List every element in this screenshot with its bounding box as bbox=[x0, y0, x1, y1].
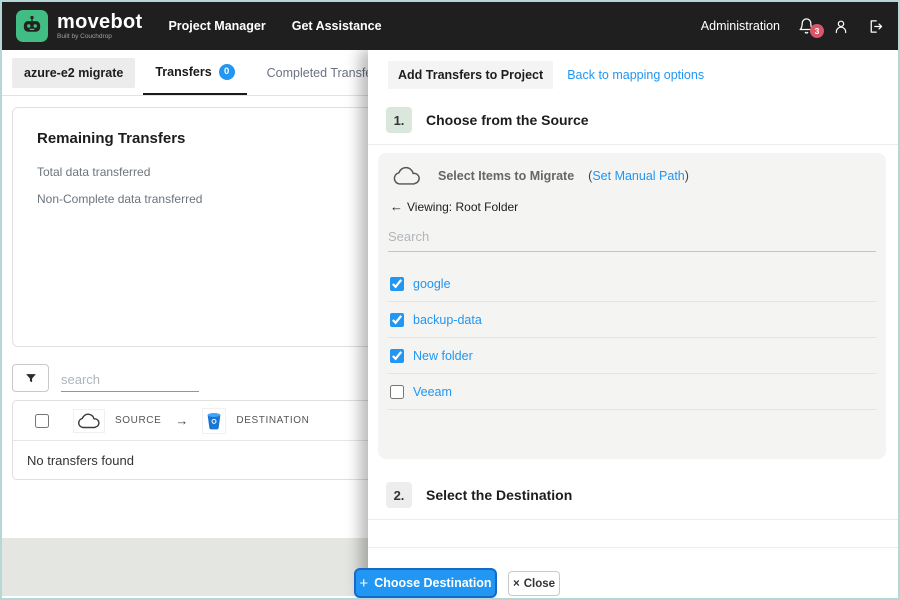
step2-number-badge: 2. bbox=[386, 482, 412, 508]
item-checkbox[interactable] bbox=[390, 276, 404, 291]
nav-links: Project Manager Get Assistance bbox=[168, 19, 381, 33]
notification-count-badge: 3 bbox=[810, 24, 824, 38]
step1-number-badge: 1. bbox=[386, 107, 412, 133]
set-manual-path-link[interactable]: Set Manual Path bbox=[592, 169, 684, 183]
item-label[interactable]: Veeam bbox=[413, 385, 452, 399]
source-column-header: SOURCE bbox=[115, 415, 162, 426]
tab-project-name[interactable]: azure-e2 migrate bbox=[12, 57, 136, 88]
filter-button[interactable] bbox=[12, 364, 49, 392]
destination-bucket-icon bbox=[202, 407, 227, 434]
item-label[interactable]: backup-data bbox=[413, 313, 482, 327]
item-checkbox[interactable] bbox=[390, 384, 404, 399]
nav-item-administration[interactable]: Administration bbox=[701, 19, 780, 33]
source-item-list: google backup-data New folder Veeam bbox=[388, 266, 876, 410]
top-navbar: movebot Built by Couchdrop Project Manag… bbox=[2, 2, 898, 50]
step2-header: 2. Select the Destination bbox=[368, 473, 898, 520]
list-item[interactable]: backup-data bbox=[388, 302, 876, 338]
plus-icon: + bbox=[359, 574, 369, 592]
select-all-checkbox[interactable] bbox=[35, 413, 49, 428]
step1-header: 1. Choose from the Source bbox=[368, 98, 898, 145]
source-search-input[interactable] bbox=[388, 222, 876, 252]
movebot-logo[interactable]: movebot Built by Couchdrop bbox=[16, 10, 142, 42]
logout-icon bbox=[867, 18, 884, 35]
back-to-mapping-link[interactable]: Back to mapping options bbox=[567, 68, 704, 82]
panel-footer-divider bbox=[368, 547, 898, 548]
person-icon bbox=[833, 18, 849, 35]
list-item[interactable]: google bbox=[388, 266, 876, 302]
step2-title: Select the Destination bbox=[426, 487, 573, 503]
item-label[interactable]: New folder bbox=[413, 349, 473, 363]
close-label: Close bbox=[523, 577, 556, 590]
account-button[interactable] bbox=[833, 18, 849, 35]
notifications-button[interactable]: 3 bbox=[798, 17, 824, 38]
back-arrow-icon: ← bbox=[390, 199, 403, 214]
source-picker-head: Select Items to Migrate (Set Manual Path… bbox=[388, 165, 876, 187]
close-panel-button[interactable]: × Close bbox=[508, 571, 560, 596]
tab-transfers[interactable]: Transfers 0 bbox=[143, 50, 247, 95]
navbar-right: Administration 3 bbox=[701, 17, 884, 38]
robot-icon bbox=[16, 10, 48, 42]
destination-column-header: DESTINATION bbox=[236, 415, 310, 426]
cloud-icon bbox=[390, 165, 424, 187]
choose-destination-button[interactable]: + Choose Destination bbox=[354, 568, 497, 598]
funnel-icon bbox=[24, 372, 38, 385]
nav-item-get-assistance[interactable]: Get Assistance bbox=[292, 19, 382, 33]
panel-title: Add Transfers to Project bbox=[388, 61, 554, 89]
source-picker-card: Select Items to Migrate (Set Manual Path… bbox=[378, 153, 886, 459]
app-window: movebot Built by Couchdrop Project Manag… bbox=[0, 0, 900, 600]
transfers-search-input[interactable] bbox=[61, 368, 199, 392]
set-manual-path-wrap: (Set Manual Path) bbox=[588, 167, 689, 185]
item-checkbox[interactable] bbox=[390, 312, 404, 327]
arrow-right-icon: → bbox=[175, 413, 189, 428]
item-checkbox[interactable] bbox=[390, 348, 404, 363]
brand-text: movebot Built by Couchdrop bbox=[57, 12, 142, 41]
step1-title: Choose from the Source bbox=[426, 112, 589, 128]
list-item[interactable]: Veeam bbox=[388, 374, 876, 410]
viewing-label: Viewing: Root Folder bbox=[407, 199, 519, 214]
viewing-breadcrumb[interactable]: ← Viewing: Root Folder bbox=[388, 199, 876, 214]
brand-tagline: Built by Couchdrop bbox=[57, 32, 112, 40]
paren-close: ) bbox=[684, 169, 689, 183]
choose-destination-label: Choose Destination bbox=[374, 576, 492, 590]
add-transfers-panel: Add Transfers to Project Back to mapping… bbox=[368, 50, 898, 598]
select-items-heading: Select Items to Migrate bbox=[438, 169, 575, 183]
brand-name: movebot bbox=[57, 10, 143, 33]
logout-button[interactable] bbox=[867, 18, 884, 35]
list-item[interactable]: New folder bbox=[388, 338, 876, 374]
tab-completed-label: Completed Transfers bbox=[266, 65, 383, 80]
close-icon: × bbox=[512, 577, 520, 590]
panel-header: Add Transfers to Project Back to mapping… bbox=[368, 50, 898, 98]
source-cloud-icon bbox=[73, 408, 105, 433]
transfers-count-badge: 0 bbox=[218, 63, 235, 80]
nav-item-project-manager[interactable]: Project Manager bbox=[168, 19, 265, 33]
item-label[interactable]: google bbox=[413, 277, 451, 291]
tab-transfers-label: Transfers bbox=[155, 64, 212, 79]
